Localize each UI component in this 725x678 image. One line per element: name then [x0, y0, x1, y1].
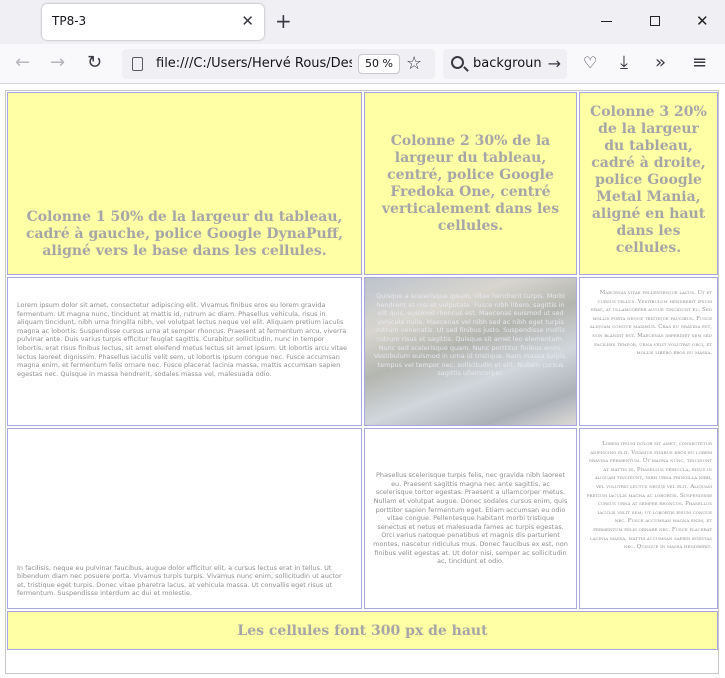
search-icon	[451, 56, 464, 69]
url-bar[interactable]: file:///C:/Users/Hervé Rous/Desk 50 % ☆	[122, 49, 435, 79]
cell-text: Quisque a scelerisque ipsum, vitae hendr…	[373, 292, 568, 378]
header-cell-column-2: Colonne 2 30% de la largeur du tableau, …	[364, 92, 577, 275]
new-tab-button[interactable]: +	[275, 9, 292, 33]
url-text[interactable]: file:///C:/Users/Hervé Rous/Desk	[156, 56, 352, 71]
more-tools-icon[interactable]: »	[655, 52, 666, 74]
header-cell-column-3: Colonne 3 20% de la largeur du tableau, …	[579, 92, 718, 275]
table-cell: Lorem ipsum dolor sit amet, consectetur …	[7, 277, 362, 426]
page-icon	[132, 57, 143, 71]
cell-text: Lorem ipsum dolor sit amet, consectetur …	[17, 301, 348, 378]
header-text: Colonne 2 30% de la largeur du tableau, …	[381, 132, 560, 234]
table-cell: Lorem ipsum dolor sit amet, consectetur …	[579, 428, 718, 609]
close-icon[interactable]: ✕	[241, 11, 254, 31]
menu-icon[interactable]: ≡	[692, 52, 707, 74]
tab-title: TP8-3	[52, 14, 87, 28]
navigation-bar: ← → ↻ file:///C:/Users/Hervé Rous/Desk 5…	[0, 44, 725, 84]
table-cell: Maecenas vitae pellentesque lacus. Ut et…	[579, 277, 718, 426]
cell-text: Lorem ipsum dolor sit amet, consectetur …	[586, 441, 712, 551]
table-cell: Phasellus scelerisque turpis felis, nec …	[364, 428, 577, 609]
table-cell-with-background-image: Quisque a scelerisque ipsum, vitae hendr…	[364, 277, 577, 426]
maximize-icon[interactable]	[650, 16, 660, 26]
minimize-icon[interactable]	[598, 9, 618, 33]
forward-icon[interactable]: →	[50, 52, 65, 74]
search-input[interactable]: backgroun	[473, 56, 541, 71]
header-text: Colonne 1 50% de la largeur du tableau, …	[25, 209, 344, 259]
cell-text: In facilisis, neque eu pulvinar faucibus…	[17, 563, 342, 598]
footer-cell: Les cellules font 300 px de haut	[7, 611, 718, 650]
back-icon[interactable]: ←	[15, 52, 30, 74]
window-close-icon[interactable]: ✕	[696, 9, 709, 33]
search-go-icon[interactable]: →	[548, 53, 561, 75]
pocket-icon[interactable]: ♡	[583, 52, 597, 74]
layout-table: Colonne 1 50% de la largeur du tableau, …	[5, 90, 719, 674]
zoom-level-button[interactable]: 50 %	[358, 54, 400, 74]
star-icon[interactable]: ☆	[406, 53, 422, 75]
cell-text: Phasellus scelerisque turpis felis, nec …	[373, 471, 568, 566]
tab-bar: TP8-3 ✕ + ✕	[0, 0, 725, 44]
footer-text: Les cellules font 300 px de haut	[237, 622, 488, 639]
browser-tab[interactable]: TP8-3 ✕	[42, 4, 264, 40]
cell-text: Maecenas vitae pellentesque lacus. Ut et…	[589, 290, 712, 357]
page-content: Colonne 1 50% de la largeur du tableau, …	[0, 85, 725, 678]
search-bar[interactable]: backgroun →	[443, 49, 567, 79]
table-cell: In facilisis, neque eu pulvinar faucibus…	[7, 428, 362, 609]
header-cell-column-1: Colonne 1 50% de la largeur du tableau, …	[7, 92, 362, 275]
header-text: Colonne 3 20% de la largeur du tableau, …	[590, 104, 707, 256]
reload-icon[interactable]: ↻	[87, 52, 102, 74]
download-icon[interactable]: ⤓	[620, 52, 628, 74]
